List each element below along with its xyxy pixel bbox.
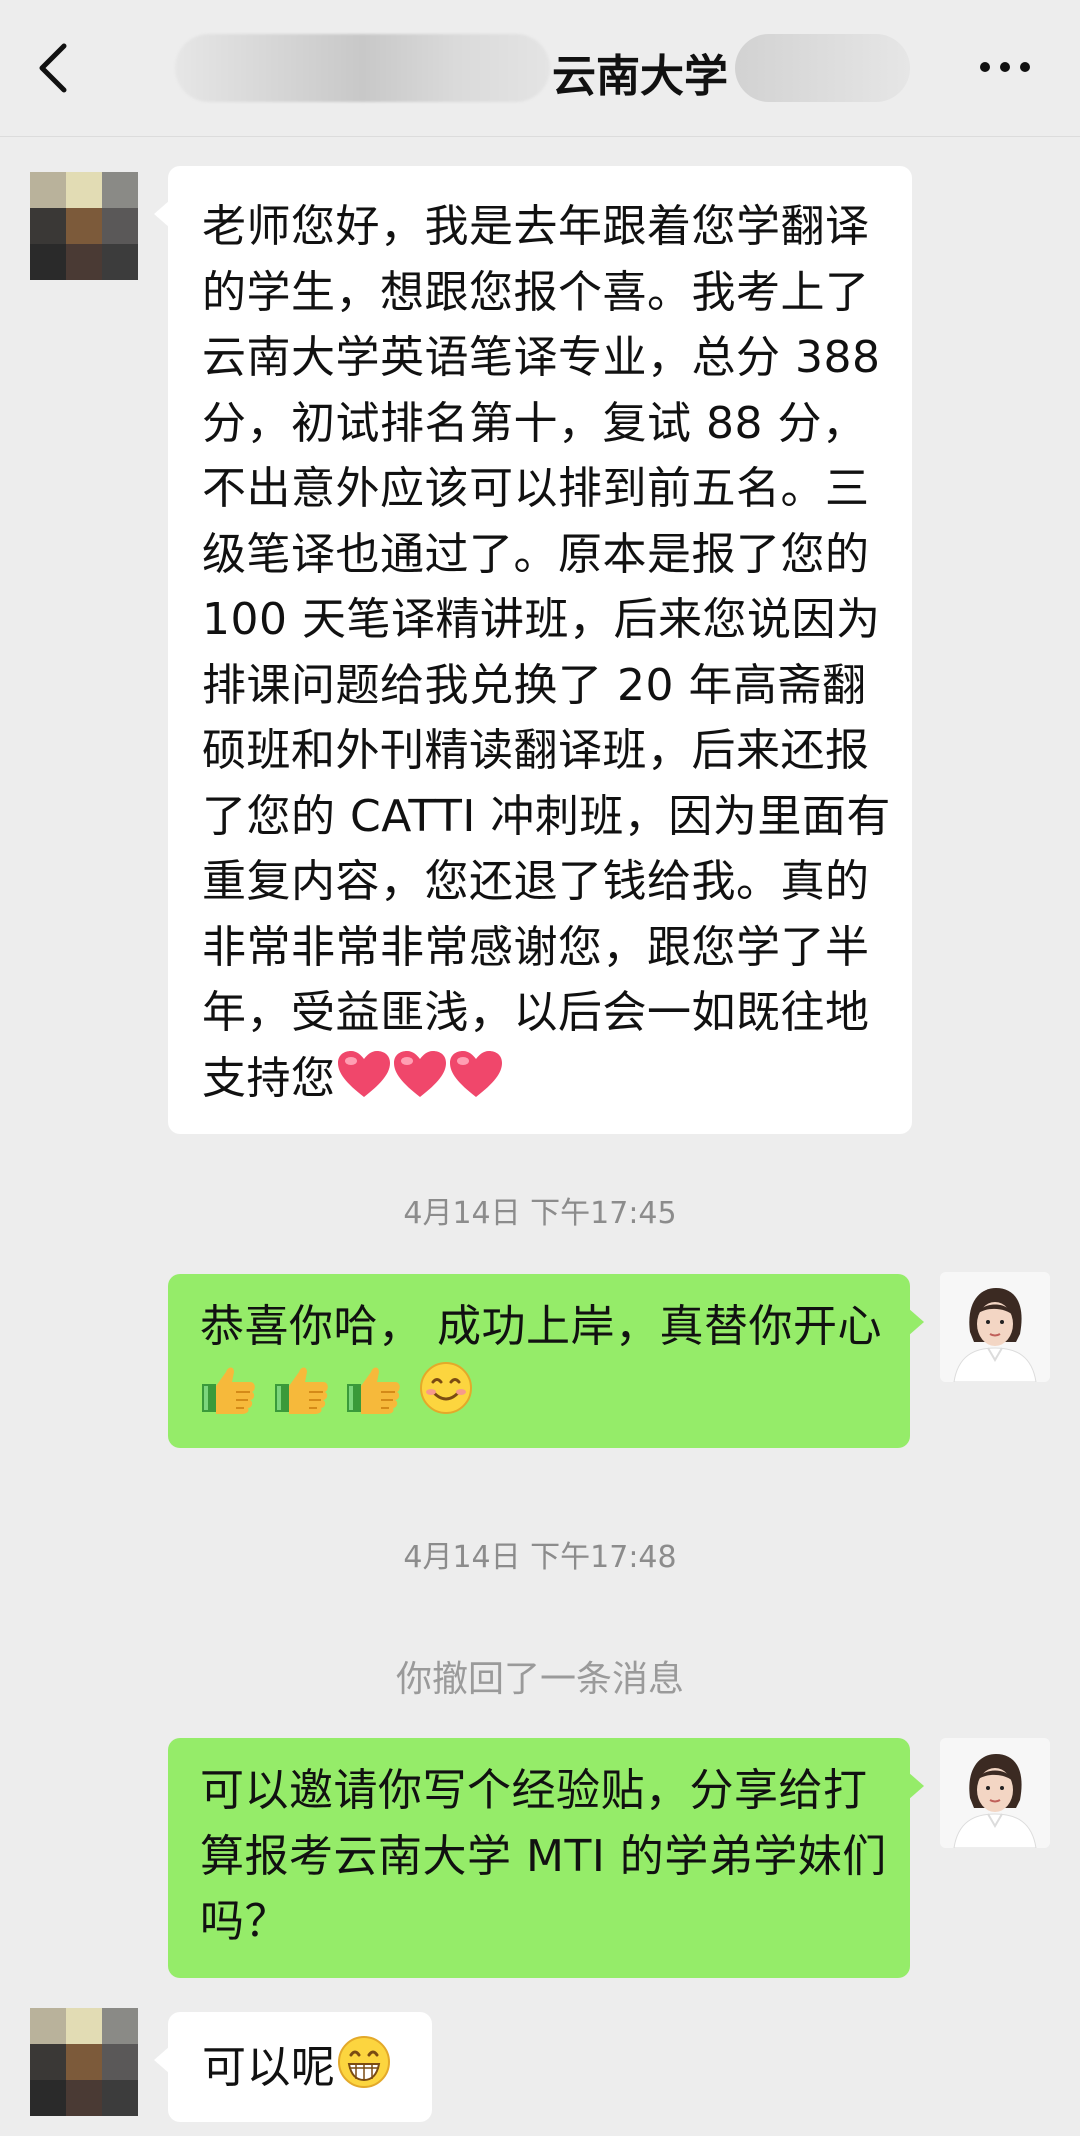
- timestamp: 4月14日 下午17:45: [403, 1196, 677, 1231]
- grin-emoji: [337, 2036, 390, 2088]
- message-line: 非常非常非常感谢您，跟您学了半: [202, 921, 870, 973]
- heart-emoji: [449, 1050, 502, 1097]
- message-line: 分，初试排名第十，复试 88 分，: [202, 397, 867, 449]
- message-line: 硕班和外刊精读翻译班，后来还报: [202, 725, 870, 776]
- chat-title: 云南大学: [552, 51, 728, 102]
- message-line: 级笔译也通过了。原本是报了您的: [202, 528, 870, 580]
- thumbs-up-emoji: [202, 1367, 255, 1414]
- chat-header: 云南大学: [0, 0, 1080, 137]
- more-button[interactable]: [978, 52, 1032, 82]
- timestamp: 4月14日 下午17:48: [403, 1540, 677, 1575]
- message-bubble-outgoing[interactable]: 可以邀请你写个经验贴，分享给打 算报考云南大学 MTI 的学弟学妹们 吗？: [168, 1738, 924, 1978]
- user-avatar[interactable]: [940, 1738, 1050, 1848]
- message-line: 了您的 CATTI 冲刺班，因为里面有: [202, 790, 891, 842]
- message-line: 可以呢: [202, 2042, 336, 2093]
- smile-emoji: [419, 1361, 472, 1414]
- user-avatar[interactable]: [940, 1272, 1050, 1382]
- contact-avatar[interactable]: [30, 172, 138, 280]
- message-line: 恭喜你哈， 成功上岸，真替你开心: [200, 1301, 882, 1352]
- message-line: 算报考云南大学 MTI 的学弟学妹们: [200, 1830, 887, 1882]
- heart-emoji: [337, 1050, 390, 1097]
- message-bubble-incoming[interactable]: 老师您好，我是去年跟着您学翻译 的学生，想跟您报个喜。我考上了 云南大学英语笔译…: [154, 166, 912, 1134]
- message-line: 云南大学英语笔译专业，总分 388: [202, 332, 881, 383]
- chevron-left-icon: [39, 43, 67, 93]
- thumbs-up-emoji: [274, 1367, 328, 1414]
- message-line-last: 支持您: [202, 1046, 892, 1112]
- message-line: 排课问题给我兑换了 20 年高斋翻: [202, 659, 867, 711]
- portrait-image: [940, 1738, 1050, 1848]
- message-line: 支持您: [202, 1052, 336, 1104]
- more-dots-icon: [980, 62, 1030, 72]
- message-line: 100 天笔译精讲班，后来您说因为: [202, 594, 881, 645]
- portrait-image: [940, 1272, 1050, 1382]
- recalled-message-notice: 你撤回了一条消息: [395, 1659, 684, 1700]
- message-line: 的学生，想跟您报个喜。我考上了: [202, 266, 870, 318]
- message-bubble-incoming[interactable]: 可以呢: [154, 2012, 432, 2122]
- contact-avatar[interactable]: [30, 2008, 138, 2116]
- emoji-line: [200, 1360, 900, 1425]
- back-button[interactable]: [30, 38, 80, 98]
- message-bubble-outgoing[interactable]: 恭喜你哈， 成功上岸，真替你开心: [168, 1274, 924, 1448]
- heart-emoji: [393, 1050, 446, 1097]
- blurred-title-part: [175, 34, 550, 102]
- message-line: 老师您好，我是去年跟着您学翻译: [202, 201, 870, 252]
- message-line: 吗？: [200, 1896, 289, 1947]
- blurred-title-part: [735, 34, 910, 102]
- message-line: 可以邀请你写个经验贴，分享给打: [200, 1765, 868, 1816]
- thumbs-up-emoji: [347, 1367, 400, 1414]
- message-line: 重复内容，您还退了钱给我。真的: [202, 856, 870, 907]
- message-line: 不出意外应该可以排到前五名。三: [202, 463, 870, 514]
- message-line: 年，受益匪浅，以后会一如既往地: [202, 987, 870, 1038]
